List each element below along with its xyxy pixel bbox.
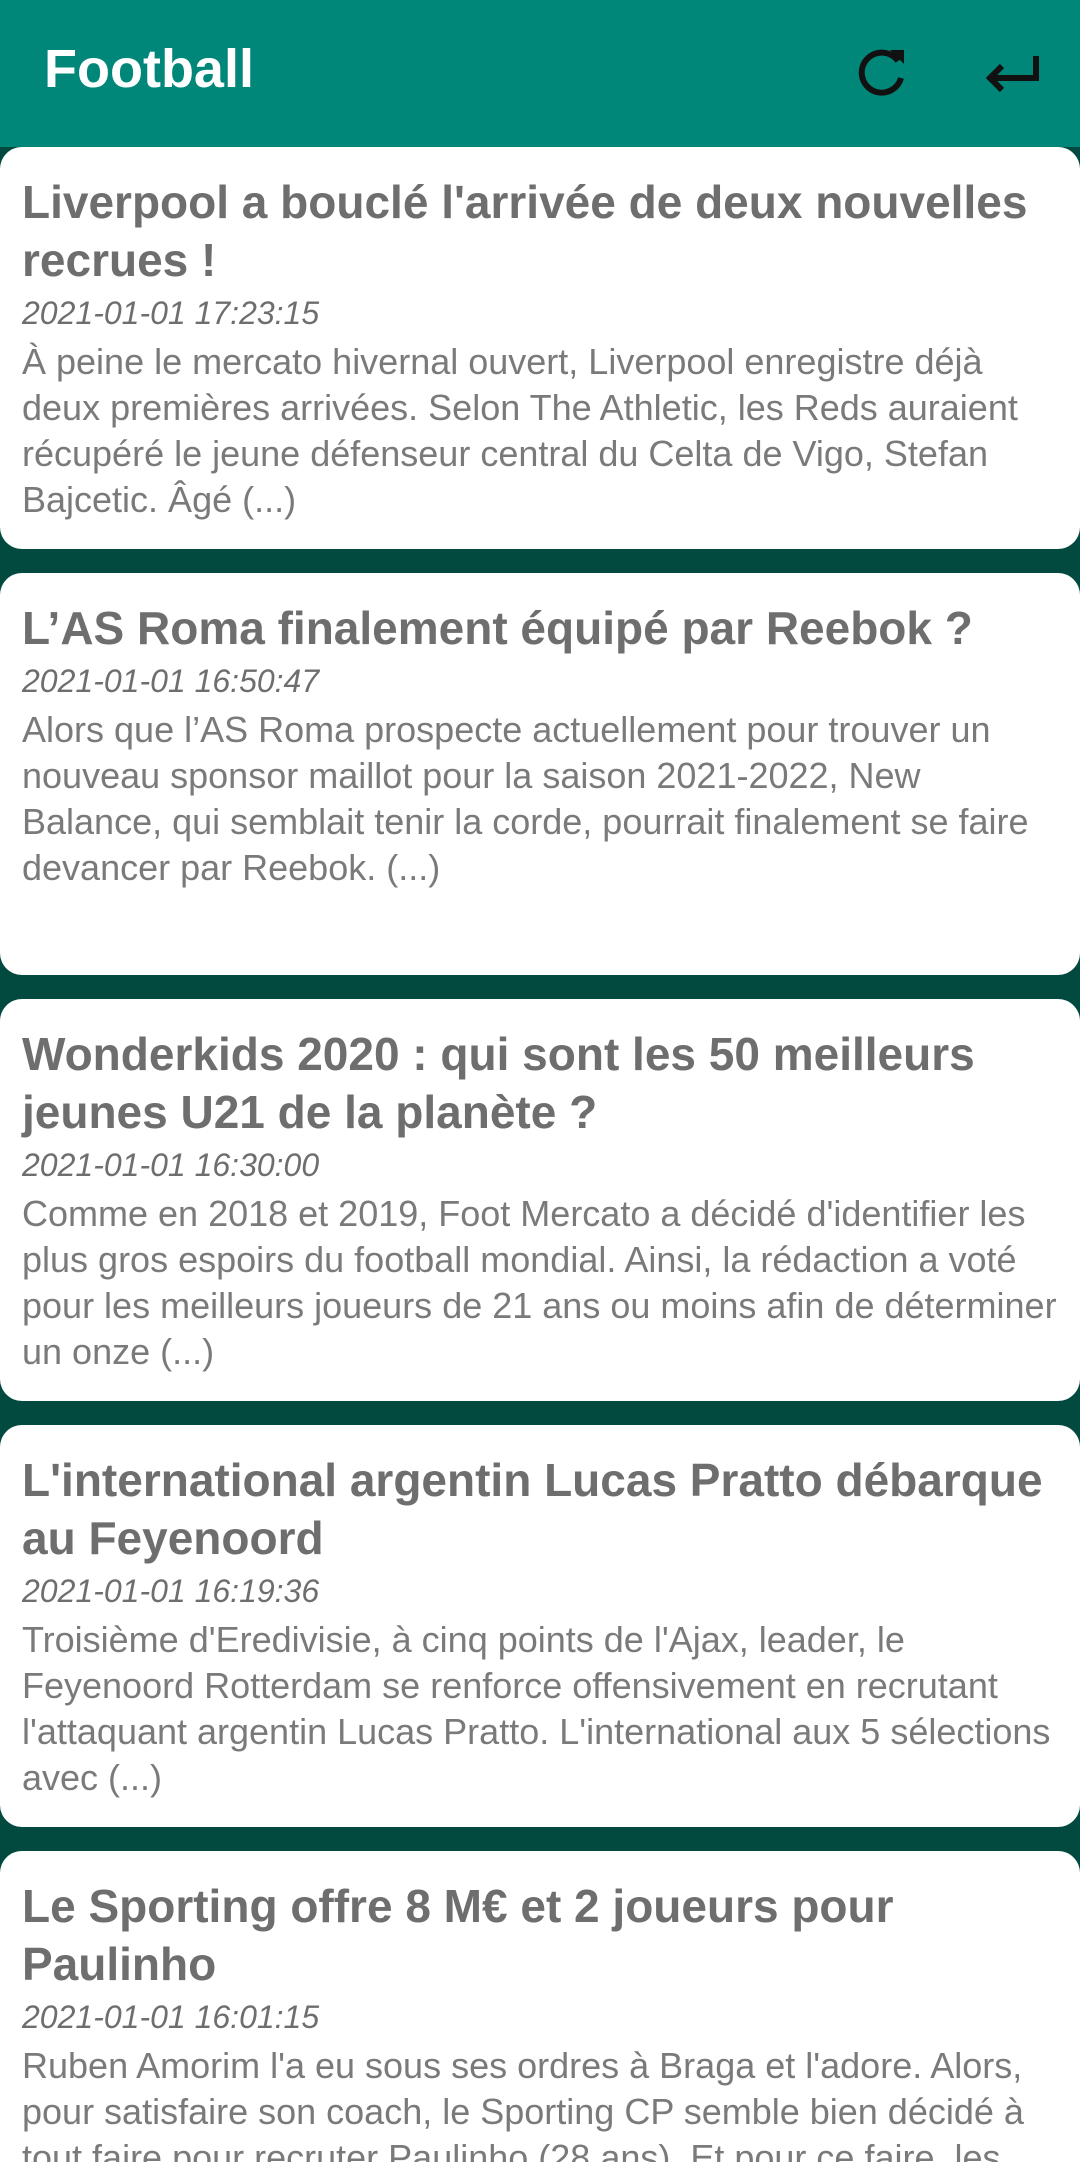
news-card[interactable]: Wonderkids 2020 : qui sont les 50 meille… <box>0 999 1080 1401</box>
return-arrow-icon <box>985 56 1039 93</box>
news-title: L'international argentin Lucas Pratto dé… <box>22 1454 1043 1564</box>
news-title: L’AS Roma finalement équipé par Reebok ? <box>22 602 973 654</box>
news-summary: Ruben Amorim l'a eu sous ses ordres à Br… <box>22 2045 1024 2162</box>
back-button[interactable] <box>972 32 1052 112</box>
news-summary: Troisième d'Eredivisie, à cinq points de… <box>22 1619 1051 1798</box>
news-feed[interactable]: Liverpool a bouclé l'arrivée de deux nou… <box>0 147 1080 2162</box>
news-date: 2021-01-01 16:01:15 <box>22 1999 320 2035</box>
news-summary: À peine le mercato hivernal ouvert, Live… <box>22 341 1018 520</box>
news-title: Liverpool a bouclé l'arrivée de deux nou… <box>22 176 1028 286</box>
news-summary: Comme en 2018 et 2019, Foot Mercato a dé… <box>22 1193 1057 1372</box>
news-date: 2021-01-01 17:23:15 <box>22 295 320 331</box>
news-summary: Alors que l’AS Roma prospecte actuelleme… <box>22 709 1029 888</box>
news-card[interactable]: Le Sporting offre 8 M€ et 2 joueurs pour… <box>0 1851 1080 2162</box>
news-date: 2021-01-01 16:30:00 <box>22 1147 320 1183</box>
news-title: Wonderkids 2020 : qui sont les 50 meille… <box>22 1028 975 1138</box>
refresh-icon <box>858 49 904 96</box>
app-title: Football <box>44 39 254 99</box>
news-date: 2021-01-01 16:19:36 <box>22 1573 320 1609</box>
news-card[interactable]: L'international argentin Lucas Pratto dé… <box>0 1425 1080 1827</box>
news-title: Le Sporting offre 8 M€ et 2 joueurs pour… <box>22 1880 894 1990</box>
news-card[interactable]: Liverpool a bouclé l'arrivée de deux nou… <box>0 147 1080 549</box>
app-bar: Football <box>0 0 1080 147</box>
refresh-button[interactable] <box>842 32 922 112</box>
news-card[interactable]: L’AS Roma finalement équipé par Reebok ?… <box>0 573 1080 975</box>
news-date: 2021-01-01 16:50:47 <box>22 663 320 699</box>
